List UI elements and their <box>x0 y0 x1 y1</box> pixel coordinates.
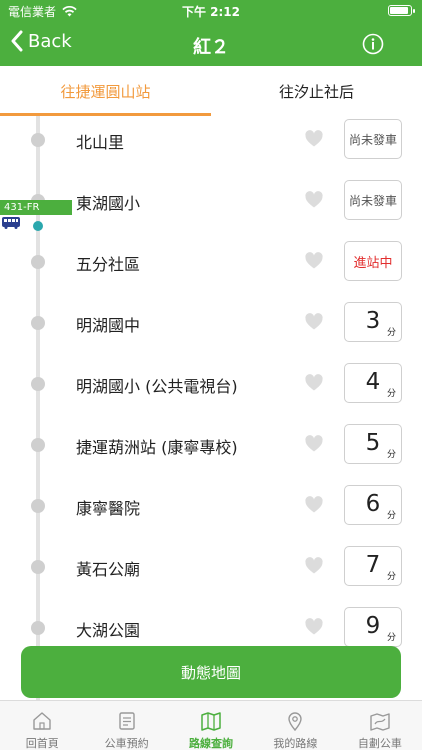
tabbar-label: 回首頁 <box>25 737 59 750</box>
eta-status-text: 尚未發車 <box>348 132 397 147</box>
eta-badge: 9分 <box>344 607 402 647</box>
heart-icon[interactable] <box>304 434 324 454</box>
eta-badge: 尚未發車 <box>344 180 402 220</box>
stop-row[interactable]: 黃石公廟 7 分 <box>0 543 422 604</box>
info-icon[interactable] <box>362 33 384 55</box>
stop-dot <box>31 316 45 330</box>
eta-status-text: 進站中 <box>353 255 393 271</box>
eta-badge: 6分 <box>344 485 402 525</box>
tabbar-label: 自劃公車 <box>357 737 402 750</box>
map-button-label: 動態地圖 <box>180 663 241 682</box>
stop-row[interactable]: 康寧醫院 6 分 <box>0 482 422 543</box>
stop-name: 黃石公廟 <box>76 560 141 579</box>
heart-icon[interactable] <box>304 373 324 393</box>
stop-name: 捷運葫洲站 (康寧專校) <box>76 438 238 457</box>
heart-icon[interactable] <box>304 556 324 576</box>
stop-name: 五分社區 <box>76 255 141 274</box>
eta-badge: 4分 <box>344 363 402 403</box>
stop-dot <box>31 133 45 147</box>
stop-name: 大湖公園 <box>76 621 141 640</box>
stop-dot <box>31 377 45 391</box>
heart-icon[interactable] <box>304 251 324 271</box>
battery-level <box>390 7 409 14</box>
location-pin-icon <box>288 712 303 732</box>
eta-unit: 分 <box>386 633 396 643</box>
route-stop-list[interactable]: 北山里 尚未發車 東湖國小 尚未發車 五分社區 進站中 明湖國中 3 分明湖國小 (公共電視台)… <box>0 116 422 700</box>
route-map-icon <box>201 712 221 731</box>
eta-badge: 7分 <box>344 546 402 586</box>
eta-status-text: 尚未發車 <box>348 193 397 208</box>
heart-icon[interactable] <box>304 190 324 210</box>
heart-icon[interactable] <box>304 495 324 515</box>
eta-badge: 3分 <box>344 302 402 342</box>
eta-unit: 分 <box>386 450 396 460</box>
tab-label: 往汐止社后 <box>278 82 354 101</box>
eta-badge: 進站中 <box>344 241 402 281</box>
battery-icon <box>388 5 415 16</box>
app-header: 電信業者 下午 2:12 Back 紅２ <box>0 0 422 66</box>
page-title: 紅２ <box>193 37 229 58</box>
tabbar-label: 公車預約 <box>104 737 149 750</box>
heart-icon[interactable] <box>304 617 324 637</box>
tab-to-shehou[interactable]: 往汐止社后 <box>211 66 422 116</box>
nav-bar: Back 紅２ <box>0 22 422 66</box>
bottom-tab-bar: 回首頁 公車預約 路線查詢 我的路線 自劃公車 <box>0 700 422 750</box>
stop-dot <box>31 560 45 574</box>
eta-unit: 分 <box>386 328 396 338</box>
stop-row[interactable]: 明湖國中 3 分 <box>0 299 422 360</box>
stop-name: 東湖國小 <box>76 194 141 213</box>
tab-label: 往捷運圓山站 <box>60 82 151 101</box>
stop-row[interactable]: 捷運葫洲站 (康寧專校) 5 分 <box>0 421 422 482</box>
eta-unit: 分 <box>386 572 396 582</box>
status-bar: 電信業者 下午 2:12 <box>0 0 422 22</box>
bus-plate: 431-FR <box>0 200 72 215</box>
tabbar-label: 路線查詢 <box>189 737 234 750</box>
bus-icon <box>2 217 20 229</box>
eta-badge: 5分 <box>344 424 402 464</box>
home-icon <box>33 712 51 730</box>
stop-row[interactable]: 五分社區 進站中 <box>0 238 422 299</box>
direction-tabs: 往捷運圓山站 往汐止社后 <box>0 66 422 116</box>
stop-name: 明湖國小 (公共電視台) <box>76 377 238 396</box>
custom-route-icon <box>370 713 390 731</box>
status-time: 下午 2:12 <box>181 5 241 19</box>
tabbar-item-home[interactable]: 回首頁 <box>0 701 84 750</box>
stop-name: 北山里 <box>76 133 125 152</box>
heart-icon[interactable] <box>304 312 324 332</box>
tabbar-label: 我的路線 <box>273 737 318 750</box>
tab-to-yuanshan[interactable]: 往捷運圓山站 <box>0 66 211 116</box>
booking-icon <box>118 712 135 730</box>
tabbar-item-my-routes[interactable]: 我的路線 <box>253 701 337 750</box>
dynamic-map-button[interactable]: 動態地圖 <box>21 646 401 698</box>
stop-dot <box>31 255 45 269</box>
stop-dot <box>31 438 45 452</box>
heart-icon[interactable] <box>304 129 324 149</box>
stop-dot <box>31 621 45 635</box>
stop-row[interactable]: 北山里 尚未發車 <box>0 116 422 177</box>
tabbar-item-custom-bus[interactable]: 自劃公車 <box>338 701 422 750</box>
eta-badge: 尚未發車 <box>344 119 402 159</box>
eta-unit: 分 <box>386 511 396 521</box>
bus-position-dot <box>33 221 43 231</box>
stop-dot <box>31 499 45 513</box>
stop-name: 明湖國中 <box>76 316 141 335</box>
eta-unit: 分 <box>386 389 396 399</box>
tabbar-item-booking[interactable]: 公車預約 <box>84 701 168 750</box>
stop-name: 康寧醫院 <box>76 499 141 518</box>
tabbar-item-route-search[interactable]: 路線查詢 <box>169 701 253 750</box>
stop-row[interactable]: 明湖國小 (公共電視台) 4 分 <box>0 360 422 421</box>
